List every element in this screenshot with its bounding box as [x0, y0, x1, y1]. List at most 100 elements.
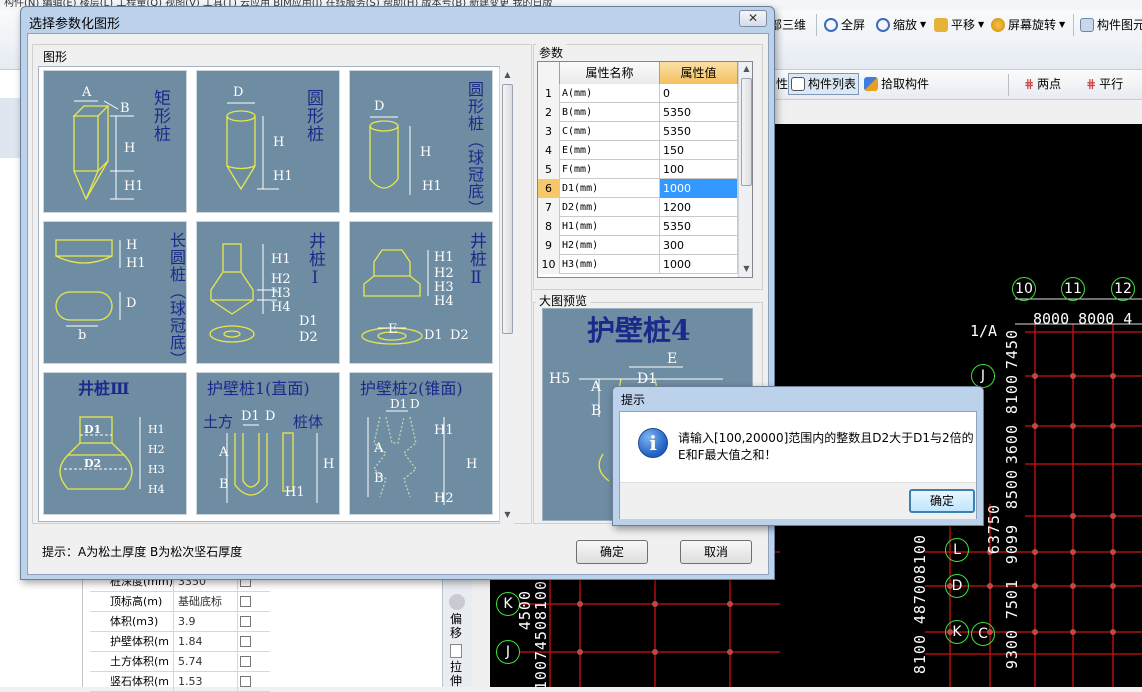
axis-bubble[interactable]: L — [945, 538, 969, 562]
shape-tile-guard-pile-2[interactable]: 护壁桩2(锥面) D1 D H1 A B H H2 — [349, 372, 493, 515]
property-row[interactable]: 顶标高(m) 基础底标 — [90, 592, 270, 612]
toolbar-zoom-button[interactable]: 缩放 ▼ — [876, 14, 926, 36]
toolbar-pan-button[interactable]: 平移 ▼ — [934, 14, 984, 36]
gallery-scrollbar[interactable]: ▲ ▼ — [499, 68, 514, 524]
param-value[interactable]: 300 — [660, 236, 738, 255]
toolbar-label: 平移 — [951, 18, 976, 32]
axis-bubble[interactable]: 12 — [1111, 277, 1135, 301]
property-row[interactable]: 护壁体积(m 1.84 — [90, 632, 270, 652]
shape-tile-rect-pile[interactable]: A B H H1 矩形桩 — [43, 70, 187, 213]
property-row[interactable]: 土方体积(m 5.74 — [90, 652, 270, 672]
table-row[interactable]: 10 H3(mm) 1000 — [538, 255, 738, 274]
property-value[interactable]: 基础底标 — [174, 592, 238, 611]
param-value[interactable]: 100 — [660, 160, 738, 179]
scroll-thumb[interactable] — [502, 84, 513, 334]
table-row[interactable]: 7 D2(mm) 1200 — [538, 198, 738, 217]
param-value[interactable]: 1000 — [660, 255, 738, 274]
param-value[interactable]: 0 — [660, 84, 738, 103]
table-row[interactable]: 6 D1(mm) 1000 — [538, 179, 738, 198]
ok-button[interactable]: 确定 — [576, 540, 648, 564]
dim-label: H3 — [148, 463, 165, 476]
close-button[interactable]: ✕ — [739, 10, 767, 27]
property-row[interactable]: 体积(m3) 3.9 — [90, 612, 270, 632]
axis-bubble[interactable]: 11 — [1061, 277, 1085, 301]
param-value[interactable]: 5350 — [660, 122, 738, 141]
dim-label: B — [591, 403, 602, 419]
cancel-button[interactable]: 取消 — [680, 540, 752, 564]
stretch-tool[interactable]: 拉伸 — [450, 660, 464, 688]
toolbar-component-button[interactable]: 构件图元 — [1080, 14, 1142, 36]
table-scrollbar[interactable]: ▲ ▼ — [738, 62, 752, 277]
table-row[interactable]: 5 F(mm) 100 — [538, 160, 738, 179]
param-value[interactable]: 1200 — [660, 198, 738, 217]
dim-label: D1 — [241, 409, 260, 424]
param-value[interactable]: 5350 — [660, 217, 738, 236]
axis-bubble[interactable]: D — [945, 574, 969, 598]
alert-ok-button[interactable]: 确定 — [909, 489, 975, 513]
toolbar-rotate-button[interactable]: 屏幕旋转 ▼ — [991, 14, 1065, 36]
param-name: H1(mm) — [560, 217, 660, 236]
property-value[interactable]: 3.9 — [174, 612, 238, 631]
dim-label: D — [410, 397, 420, 411]
vertical-dim-label: 3600 — [1003, 424, 1021, 465]
dim-label: H4 — [148, 483, 165, 496]
toolbar-component-list-button[interactable]: 构件列表 — [788, 73, 860, 95]
axis-bubble[interactable]: K — [945, 620, 969, 644]
param-value[interactable]: 5350 — [660, 103, 738, 122]
shape-tile-oblong-pile[interactable]: H H1 D b 长圆桩（球冠底） — [43, 221, 187, 364]
scroll-thumb[interactable] — [741, 78, 752, 186]
param-value[interactable]: 150 — [660, 141, 738, 160]
toolbar-fullscreen-button[interactable]: 全屏 — [824, 14, 865, 36]
toolbar-label: 构件列表 — [808, 77, 857, 91]
scroll-up-icon[interactable]: ▲ — [500, 68, 515, 82]
axis-bubble[interactable]: C — [971, 622, 995, 646]
shape-tile-round-pile[interactable]: D H H1 圆形桩 — [196, 70, 340, 213]
vertical-dim-label: 4500 — [516, 590, 534, 631]
table-row[interactable]: 3 C(mm) 5350 — [538, 122, 738, 141]
shape-tile-round-pile-spherical[interactable]: D H H1 圆形桩（球冠底） — [349, 70, 493, 213]
property-checkbox[interactable] — [238, 612, 252, 631]
shape-tile-guard-pile-1[interactable]: 护壁桩1(直面) 土方 D1 D 桩体 A B H H1 — [196, 372, 340, 515]
scroll-down-icon[interactable]: ▼ — [739, 262, 752, 276]
shape-tile-well-pile-2[interactable]: H1 H2 H3 H4 E D1 D2 井桩Ⅱ — [349, 221, 493, 364]
toolbar-two-point-button[interactable]: ⋕ 两点 — [1024, 73, 1061, 95]
property-row[interactable]: 竖石体积(m 1.53 — [90, 672, 270, 692]
axis-bubble[interactable]: J — [971, 364, 995, 388]
table-row[interactable]: 9 H2(mm) 300 — [538, 236, 738, 255]
shape-title: 井桩Ⅰ — [305, 232, 325, 289]
secondary-toolbar: 性 构件列表 拾取构件 ⋕ 两点 ⋕ 平行 — [760, 70, 1142, 100]
dim-label: D — [374, 99, 385, 114]
property-value[interactable]: 1.53 — [174, 672, 238, 691]
param-value[interactable]: 1000 — [660, 179, 738, 198]
table-row[interactable]: 8 H1(mm) 5350 — [538, 217, 738, 236]
offset-tool[interactable]: 偏移 — [450, 612, 464, 640]
dim-label: H — [323, 457, 335, 472]
pick-icon — [864, 77, 878, 91]
property-value[interactable]: 1.84 — [174, 632, 238, 651]
shape-gallery: A B H H1 矩形桩 D H H1 圆形桩 D H H1 圆形桩（球冠底） … — [38, 66, 500, 522]
toolbar-property-button[interactable]: 性 — [776, 73, 788, 95]
dim-label: E — [388, 322, 398, 337]
toolbar-parallel-button[interactable]: ⋕ 平行 — [1086, 73, 1123, 95]
dim-label: H2 — [434, 266, 454, 281]
toolbar-pick-button[interactable]: 拾取构件 — [864, 73, 929, 95]
scroll-down-icon[interactable]: ▼ — [500, 508, 515, 522]
shape-tile-well-pile-1[interactable]: H1 H2 H3 H4 D1 D2 井桩Ⅰ — [196, 221, 340, 364]
property-checkbox[interactable] — [238, 632, 252, 651]
shape-tile-well-pile-3[interactable]: 井桩Ⅲ D1 D2 H1 H2 H3 H4 — [43, 372, 187, 515]
table-row[interactable]: 2 B(mm) 5350 — [538, 103, 738, 122]
table-row[interactable]: 4 E(mm) 150 — [538, 141, 738, 160]
alert-message: 请输入[100,20000]范围内的整数且D2大于D1与2倍的E和F最大值之和！ — [678, 431, 974, 462]
toolbar-3d-button[interactable]: 部三维 — [770, 14, 806, 36]
table-row[interactable]: 1 A(mm) 0 — [538, 84, 738, 103]
column-header[interactable]: 属性值 — [660, 62, 738, 84]
column-header[interactable]: 属性名称 — [560, 62, 660, 84]
axis-bubble[interactable]: 10 — [1012, 277, 1036, 301]
property-checkbox[interactable] — [238, 592, 252, 611]
scroll-up-icon[interactable]: ▲ — [739, 62, 752, 76]
property-checkbox[interactable] — [238, 652, 252, 671]
property-checkbox[interactable] — [238, 672, 252, 691]
property-value[interactable]: 5.74 — [174, 652, 238, 671]
property-name: 土方体积(m — [90, 652, 174, 671]
axis-bubble[interactable]: J — [496, 640, 520, 664]
